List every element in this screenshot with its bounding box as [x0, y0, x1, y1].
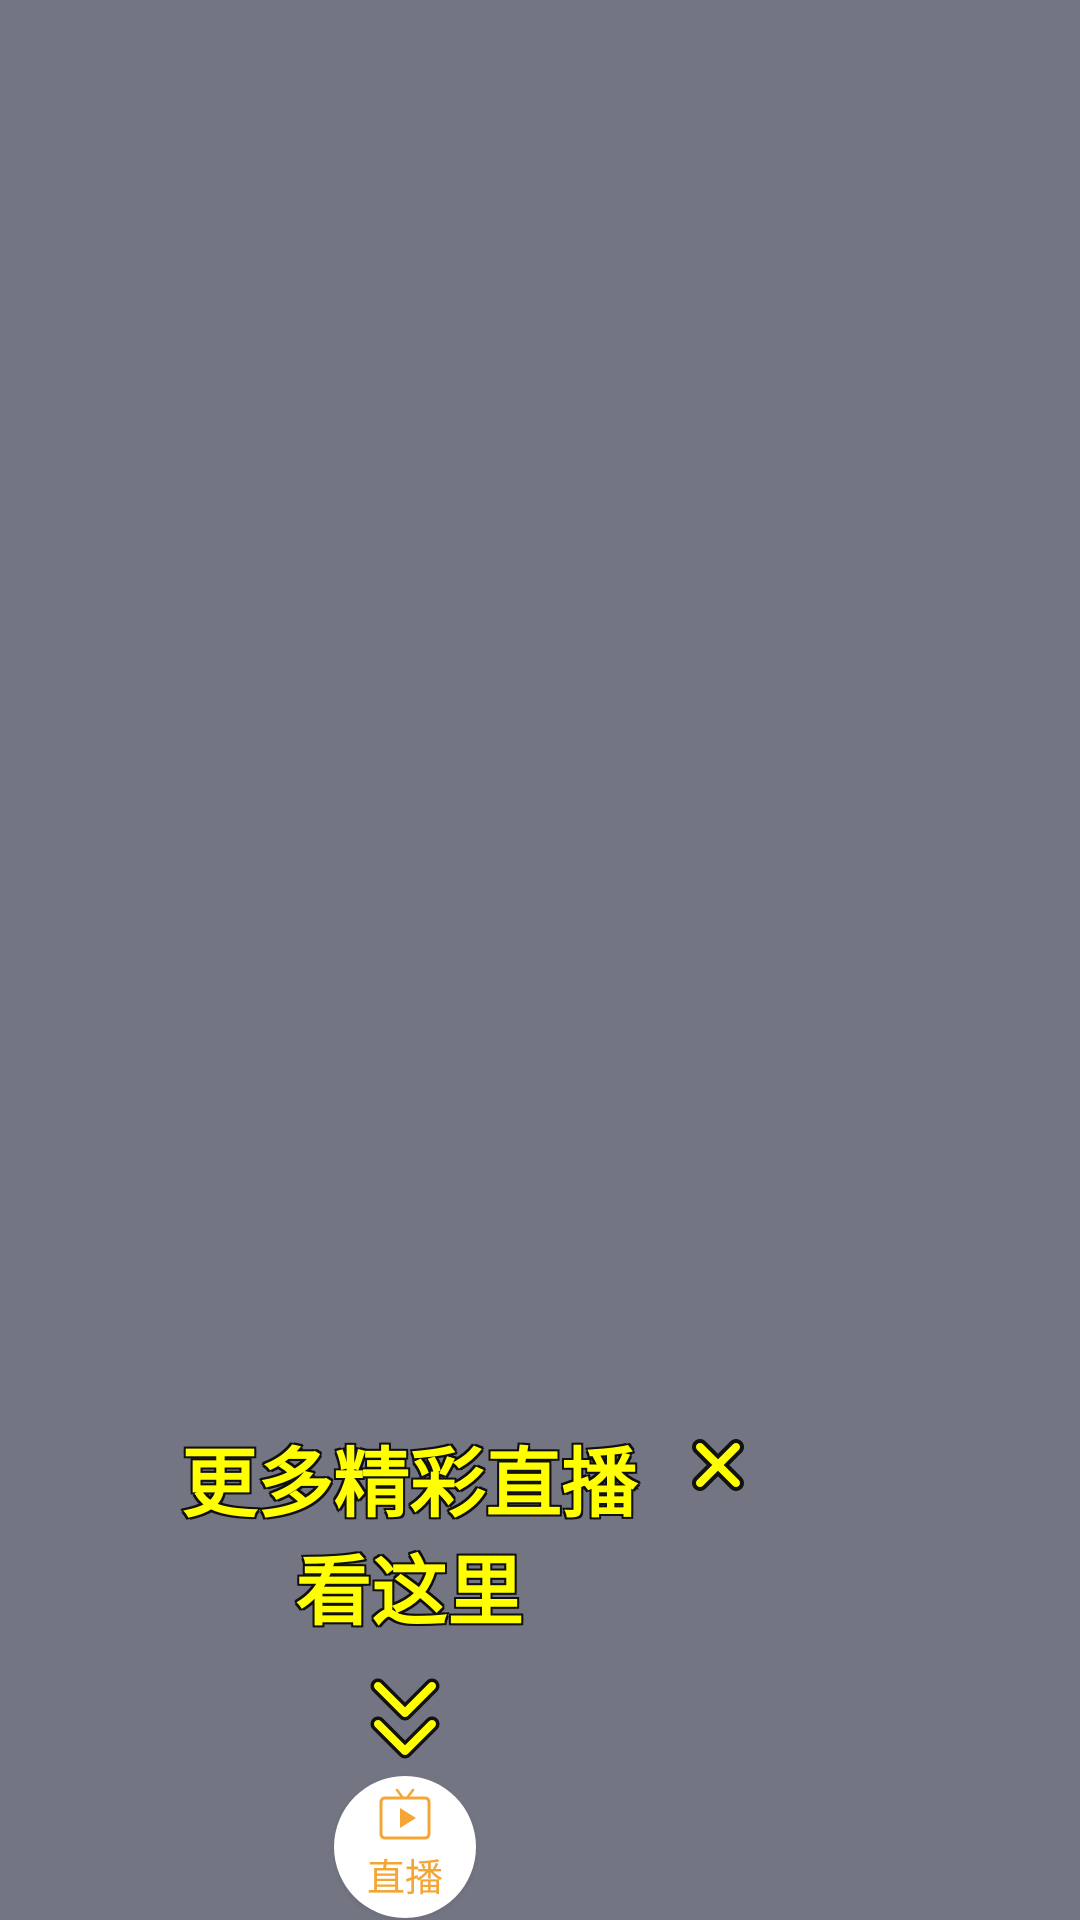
- live-promo-headline: 更多精彩直播 看这里: [180, 1430, 640, 1646]
- headline-line-2: 看这里: [295, 1545, 526, 1637]
- screen: 更多精彩直播 看这里 直播: [0, 0, 1080, 1920]
- tv-play-icon: [375, 1786, 435, 1846]
- double-chevron-down-icon: [370, 1678, 440, 1762]
- live-button[interactable]: 直播: [334, 1776, 476, 1918]
- live-button-label: 直播: [366, 1856, 443, 1900]
- close-icon[interactable]: [690, 1437, 746, 1493]
- headline-line-1: 更多精彩直播: [181, 1438, 640, 1530]
